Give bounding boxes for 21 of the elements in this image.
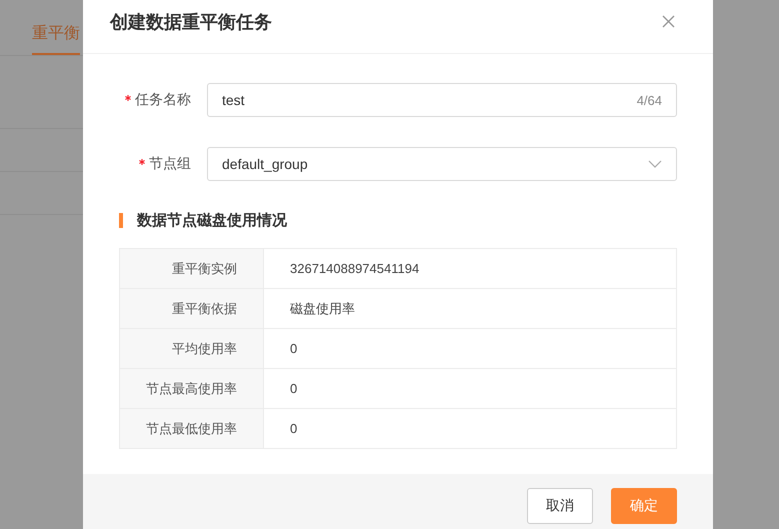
table-cell-text: 0 (289, 380, 298, 398)
table-cell-text: 磁盘使用率 (289, 300, 356, 318)
chevron-down-icon (648, 160, 662, 168)
table-header-cell: 重平衡依据 (120, 289, 264, 328)
dialog-title: 创建数据重平衡任务 (110, 10, 272, 34)
table-header-cell: 平均使用率 (120, 329, 264, 368)
character-counter: 4/64 (636, 92, 662, 108)
section-title: 数据节点磁盘使用情况 (137, 211, 287, 230)
table-cell-text: 0 (289, 340, 298, 358)
close-icon[interactable] (662, 15, 675, 28)
task-name-field[interactable]: test 4/64 (207, 83, 677, 117)
table-cell-text: 326714088974541194 (289, 260, 420, 278)
field-label: 任务名称 (135, 91, 191, 109)
field-label: 节点组 (149, 155, 191, 173)
table-header-cell: 节点最低使用率 (120, 409, 264, 448)
node-group-select[interactable]: default_group (207, 147, 677, 181)
table-header-cell: 节点最高使用率 (120, 369, 264, 408)
section-accent-bar (119, 213, 123, 228)
cancel-button[interactable]: 取消 (527, 488, 593, 524)
table-cell-text: 0 (289, 420, 298, 438)
table-header-cell: 重平衡实例 (120, 249, 264, 288)
